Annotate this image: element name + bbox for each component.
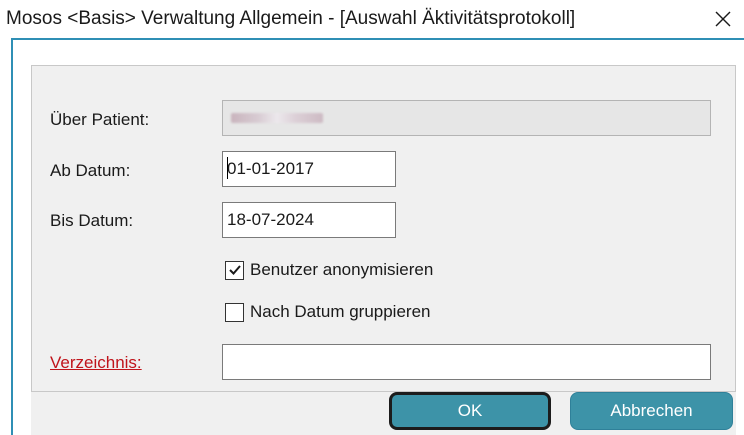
redacted-patient-name xyxy=(231,113,323,123)
checkmark-icon xyxy=(228,265,241,275)
from-date-value: 01-01-2017 xyxy=(227,159,314,178)
patient-label: Über Patient: xyxy=(50,110,150,129)
directory-link[interactable]: Verzeichnis: xyxy=(50,353,142,373)
cancel-button[interactable]: Abbrechen xyxy=(570,392,733,430)
group-by-date-checkbox[interactable]: Nach Datum gruppieren xyxy=(225,302,430,322)
anonymize-users-checkbox[interactable]: Benutzer anonymisieren xyxy=(225,260,433,280)
group-by-date-checkbox-label: Nach Datum gruppieren xyxy=(250,302,431,321)
to-date-label: Bis Datum: xyxy=(50,211,134,230)
anonymize-checkbox-box[interactable] xyxy=(225,260,244,280)
ok-button[interactable]: OK xyxy=(389,392,551,430)
from-date-input[interactable]: 01-01-2017 xyxy=(222,151,396,187)
window-title: Mosos <Basis> Verwaltung Allgemein - [Au… xyxy=(6,8,576,29)
directory-input[interactable] xyxy=(222,344,711,380)
group-by-date-checkbox-box[interactable] xyxy=(225,302,244,322)
to-date-value: 18-07-2024 xyxy=(227,210,314,229)
close-button[interactable] xyxy=(708,3,738,35)
from-date-label: Ab Datum: xyxy=(50,161,131,180)
close-icon xyxy=(715,11,731,27)
patient-field xyxy=(222,100,711,136)
dialog-window: Mosos <Basis> Verwaltung Allgemein - [Au… xyxy=(0,0,744,435)
title-bar: Mosos <Basis> Verwaltung Allgemein - [Au… xyxy=(0,0,744,38)
to-date-input[interactable]: 18-07-2024 xyxy=(222,202,396,238)
anonymize-checkbox-label: Benutzer anonymisieren xyxy=(250,260,434,279)
